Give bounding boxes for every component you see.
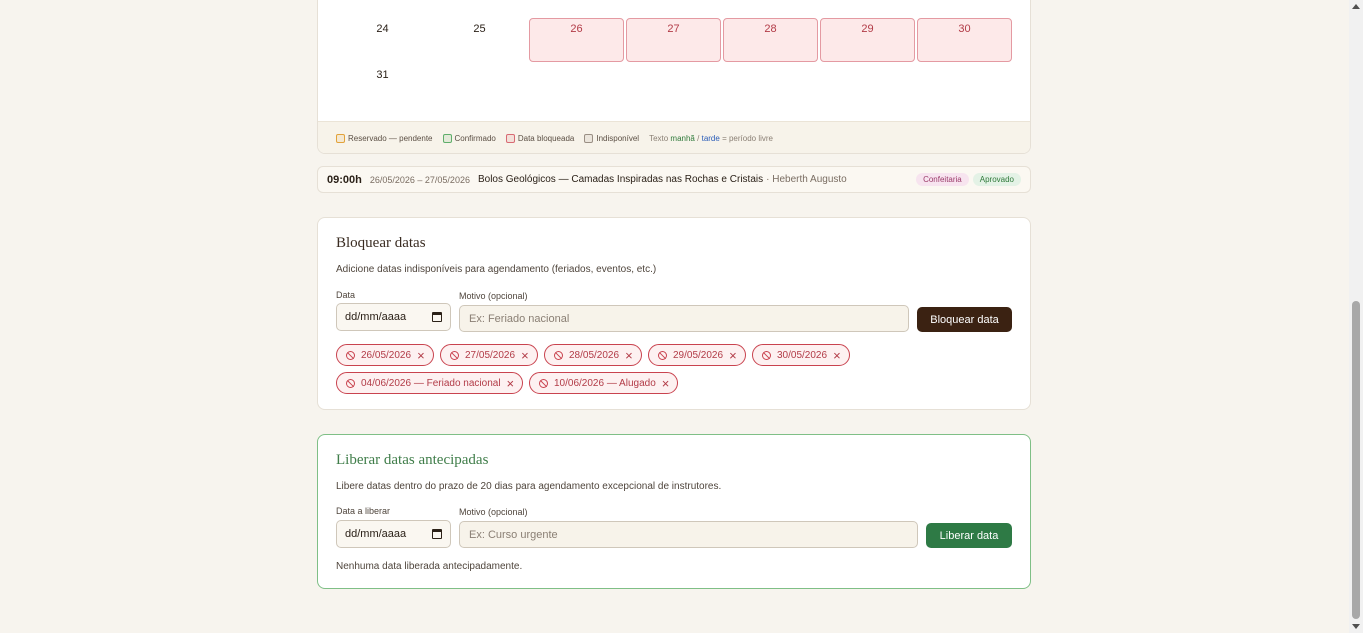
ban-icon [346, 350, 355, 360]
legend-period: Texto manhã / tarde = período livre [649, 134, 773, 143]
remove-icon[interactable]: × [625, 349, 633, 362]
block-dates-description: Adicione datas indisponíveis para agenda… [336, 264, 657, 275]
legend-pending-swatch [336, 134, 345, 143]
blocked-date-text: 28/05/2026 [569, 349, 620, 361]
blocked-date-chip: 26/05/2026 × [336, 344, 434, 366]
scroll-down-icon[interactable] [1352, 624, 1360, 629]
legend-blocked-swatch [505, 134, 515, 143]
release-date-value: dd/mm/aaaa [345, 528, 407, 540]
legend-pending-label: Reservado — pendente [348, 134, 433, 143]
release-reason-placeholder: Ex: Curso urgente [469, 528, 558, 541]
block-date-input[interactable]: dd/mm/aaaa [336, 303, 451, 331]
event-status-badge: Aprovado [972, 173, 1021, 186]
legend-unavailable: Indisponível [584, 134, 639, 143]
blocked-date-chip: 28/05/2026 × [544, 344, 642, 366]
event-dates: 26/05/2026 – 27/05/2026 [369, 174, 470, 185]
release-dates-card: Liberar datas antecipadas Libere datas d… [317, 434, 1031, 589]
ban-icon [539, 378, 548, 388]
legend-blocked-label: Data bloqueada [517, 134, 575, 143]
ban-icon [554, 350, 563, 360]
block-dates-title: Bloquear datas [336, 235, 426, 251]
blocked-date-text: 29/05/2026 [673, 349, 724, 361]
blocked-date-chip: 04/06/2026 — Feriado nacional × [336, 372, 524, 394]
legend-afternoon: tarde [701, 134, 720, 143]
legend-separator: / [697, 134, 700, 143]
release-dates-title: Liberar datas antecipadas [336, 452, 489, 468]
block-reason-label: Motivo (opcional) [459, 291, 528, 301]
ban-icon [762, 350, 771, 360]
remove-icon[interactable]: × [417, 349, 425, 362]
event-person: · Heberth Augusto [766, 174, 847, 185]
remove-icon[interactable]: × [507, 377, 515, 390]
legend-morning: manhã [670, 134, 695, 143]
legend-blocked: Data bloqueada [505, 134, 575, 143]
block-dates-card: Bloquear datas Adicione datas indisponív… [317, 217, 1031, 410]
ban-icon [346, 378, 355, 388]
blocked-date-text: 10/06/2026 — Alugado [554, 377, 656, 389]
calendar-day-27[interactable]: 27 [626, 18, 721, 62]
legend-confirmed-label: Confirmado [454, 134, 496, 143]
blocked-date-chip: 10/06/2026 — Alugado × [529, 372, 679, 394]
calendar-day-30[interactable]: 30 [917, 18, 1012, 62]
legend-text-label: Texto [649, 134, 669, 143]
blocked-date-text: 30/05/2026 [777, 349, 828, 361]
legend-confirmed-swatch [442, 134, 452, 143]
calendar-day-31[interactable]: 31 [335, 69, 430, 81]
legend-confirmed: Confirmado [442, 134, 496, 143]
calendar-legend: Reservado — pendente Confirmado Data blo… [318, 121, 1030, 153]
release-date-input[interactable]: dd/mm/aaaa [336, 520, 451, 548]
block-reason-input[interactable]: Ex: Feriado nacional [459, 305, 909, 332]
blocked-date-text: 26/05/2026 [361, 349, 412, 361]
block-date-button[interactable]: Bloquear data [917, 307, 1012, 332]
blocked-date-text: 04/06/2026 — Feriado nacional [361, 377, 501, 389]
event-title: Bolos Geológicos — Camadas Inspiradas na… [477, 174, 764, 185]
calendar-icon[interactable] [432, 312, 442, 322]
release-empty-message: Nenhuma data liberada antecipadamente. [336, 561, 523, 572]
blocked-date-chip: 27/05/2026 × [440, 344, 538, 366]
calendar-day-26[interactable]: 26 [529, 18, 624, 62]
ban-icon [450, 350, 459, 360]
scrollbar-thumb[interactable] [1352, 301, 1360, 619]
blocked-date-chip: 30/05/2026 × [752, 344, 850, 366]
blocked-date-chip: 29/05/2026 × [648, 344, 746, 366]
release-date-label: Data a liberar [336, 506, 391, 516]
remove-icon[interactable]: × [833, 349, 841, 362]
event-row[interactable]: 09:00h 26/05/2026 – 27/05/2026 Bolos Geo… [317, 166, 1031, 193]
ban-icon [658, 350, 667, 360]
release-reason-label: Motivo (opcional) [459, 507, 528, 517]
calendar-day-25[interactable]: 25 [432, 23, 527, 35]
event-time: 09:00h [327, 173, 362, 186]
release-dates-description: Libere datas dentro do prazo de 20 dias … [336, 481, 722, 492]
scroll-up-icon[interactable] [1352, 4, 1360, 9]
block-date-label: Data [336, 290, 356, 300]
legend-unavailable-label: Indisponível [596, 134, 640, 143]
calendar-day-28[interactable]: 28 [723, 18, 818, 62]
remove-icon[interactable]: × [662, 377, 670, 390]
page-scrollbar[interactable] [1349, 0, 1363, 633]
blocked-date-text: 27/05/2026 [465, 349, 516, 361]
legend-free-period: = período livre [722, 134, 773, 143]
remove-icon[interactable]: × [521, 349, 529, 362]
legend-unavailable-swatch [584, 134, 594, 143]
release-reason-input[interactable]: Ex: Curso urgente [459, 521, 918, 548]
calendar-icon[interactable] [432, 529, 442, 539]
block-date-value: dd/mm/aaaa [345, 311, 407, 323]
calendar-day-29[interactable]: 29 [820, 18, 915, 62]
remove-icon[interactable]: × [729, 349, 737, 362]
calendar-day-24[interactable]: 24 [335, 23, 430, 35]
release-date-button[interactable]: Liberar data [926, 523, 1012, 548]
calendar-card: 24 25 26 27 28 29 30 31 Reservado — pendente Co… [317, 0, 1031, 154]
legend-pending: Reservado — pendente [336, 134, 433, 143]
event-category-badge: Confeitaria [916, 173, 969, 186]
block-reason-placeholder: Ex: Feriado nacional [469, 312, 570, 325]
